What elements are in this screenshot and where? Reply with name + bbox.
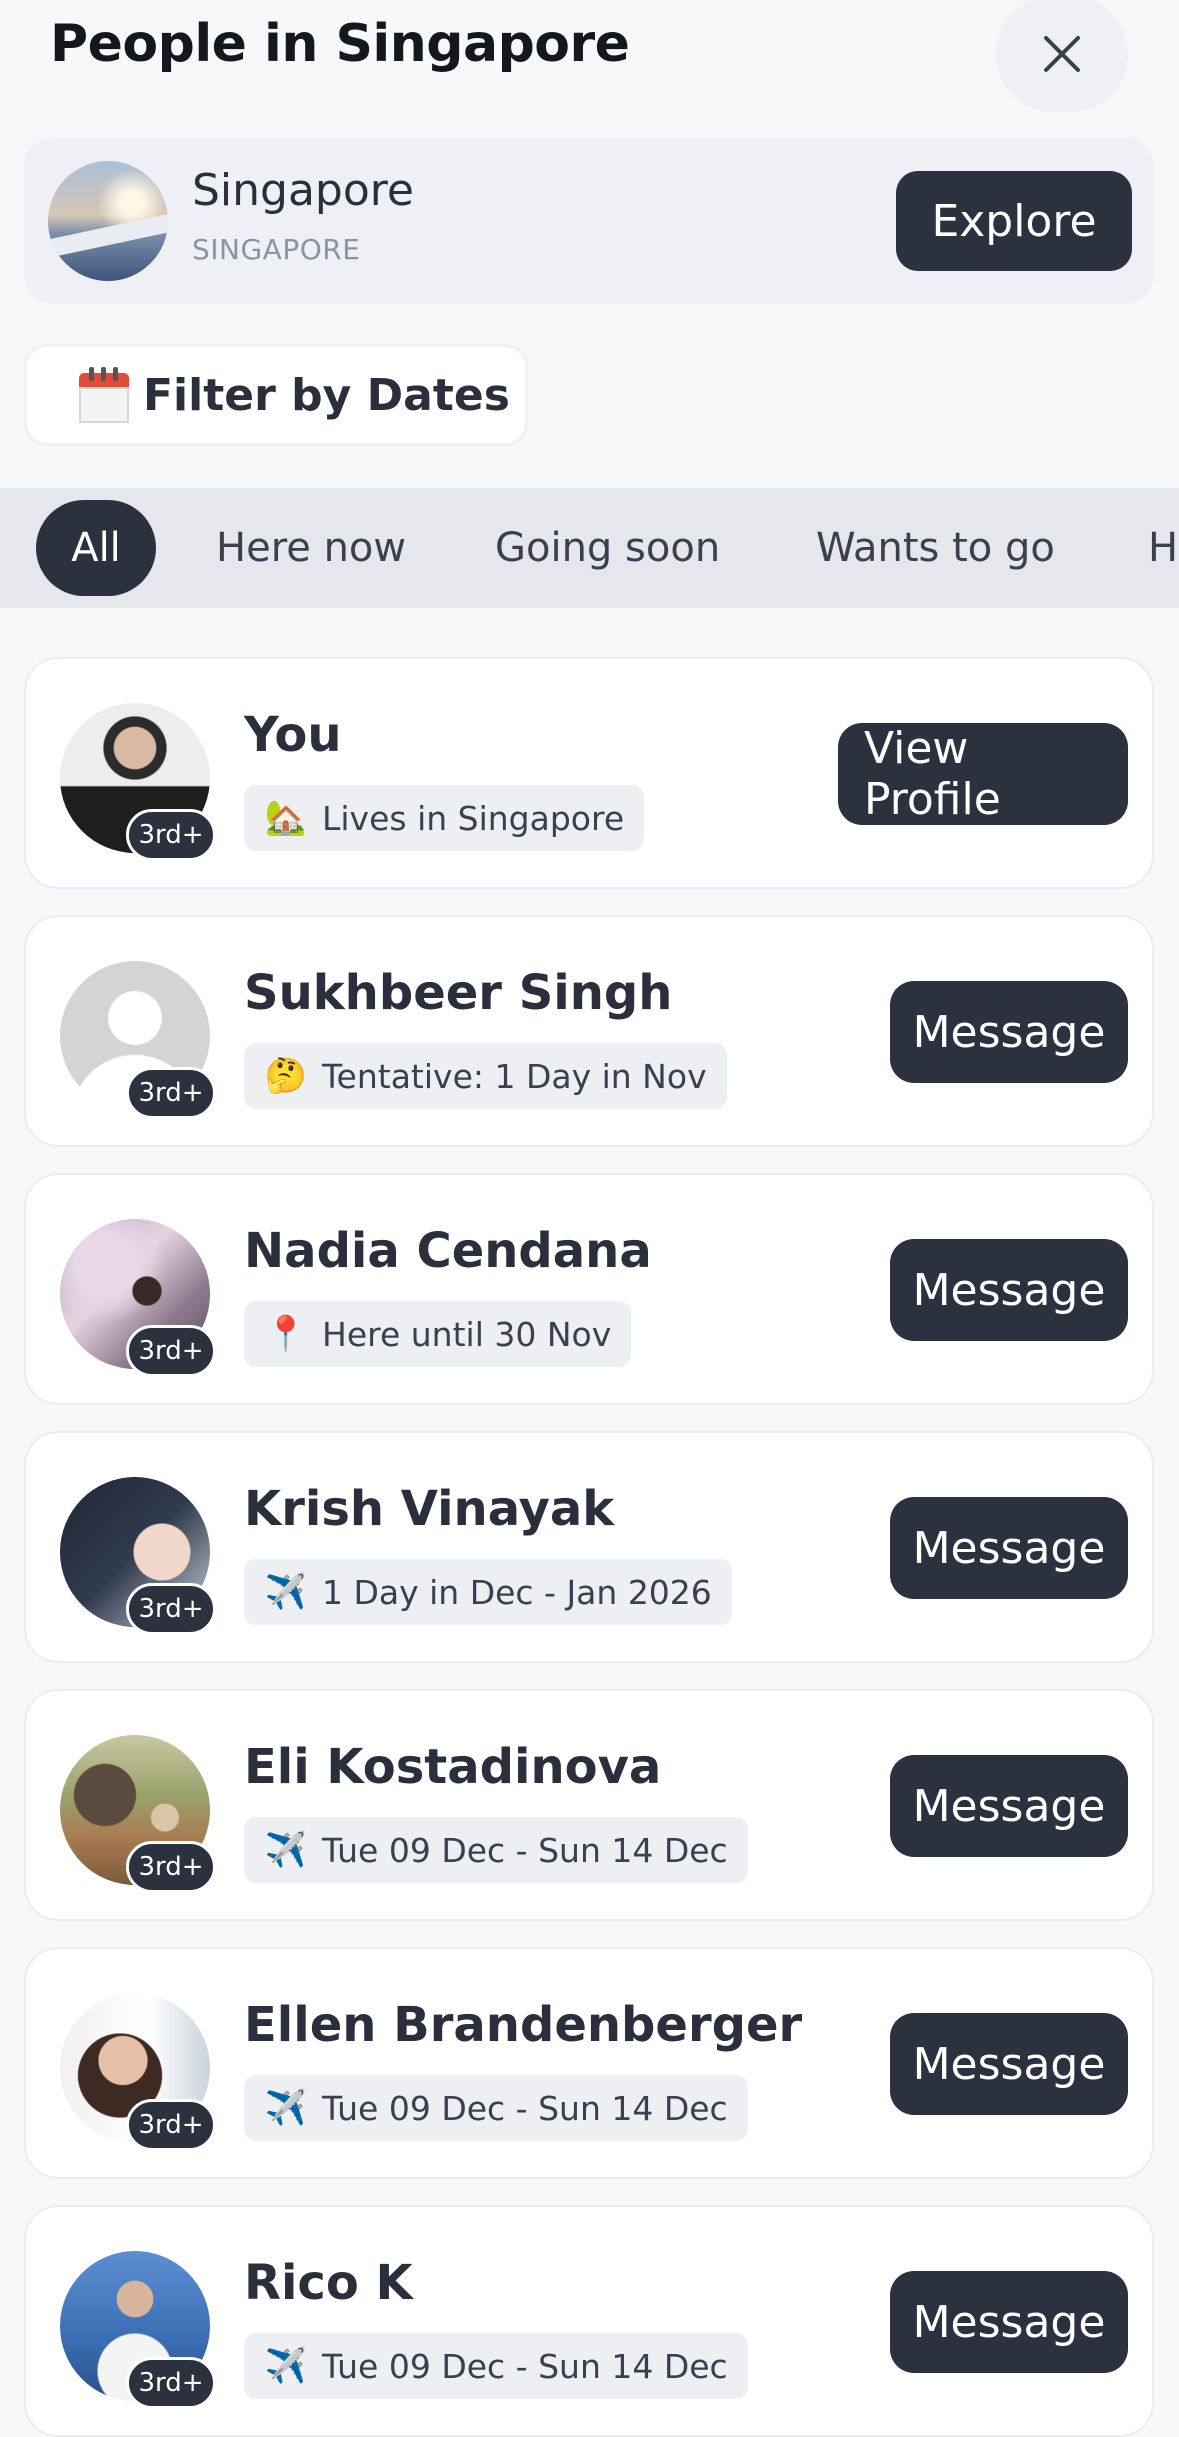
header: People in Singapore: [0, 0, 1179, 120]
tab-wants-to-go[interactable]: Wants to go: [816, 488, 1055, 608]
connection-badge: 3rd+: [126, 1325, 216, 1377]
tab-going-soon[interactable]: Going soon: [495, 488, 720, 608]
pin-icon: 📍: [264, 1314, 308, 1354]
location-image: [48, 161, 168, 281]
status-chip: ✈️ Tue 09 Dec - Sun 14 Dec: [244, 2075, 748, 2141]
status-text: Tue 09 Dec - Sun 14 Dec: [322, 2088, 728, 2128]
connection-badge: 3rd+: [126, 2357, 216, 2409]
message-button[interactable]: Message: [890, 1755, 1128, 1857]
close-button[interactable]: [996, 0, 1128, 112]
thinking-face-icon: 🤔: [264, 1056, 308, 1096]
status-chip: 🤔 Tentative: 1 Day in Nov: [244, 1043, 727, 1109]
airplane-icon: ✈️: [264, 2346, 308, 2386]
view-profile-button[interactable]: View Profile: [838, 723, 1128, 825]
status-chip: ✈️ Tue 09 Dec - Sun 14 Dec: [244, 1817, 748, 1883]
person-name: Nadia Cendana: [244, 1223, 652, 1279]
person-name: Ellen Brandenberger: [244, 1997, 803, 2053]
person-name: Eli Kostadinova: [244, 1739, 662, 1795]
message-button[interactable]: Message: [890, 2013, 1128, 2115]
explore-button[interactable]: Explore: [896, 171, 1132, 271]
connection-badge: 3rd+: [126, 1583, 216, 1635]
person-name: You: [244, 707, 342, 763]
status-chip: ✈️ 1 Day in Dec - Jan 2026: [244, 1559, 732, 1625]
house-icon: 🏡: [264, 798, 308, 838]
filter-label: Filter by Dates: [143, 369, 510, 421]
connection-badge: 3rd+: [126, 1841, 216, 1893]
airplane-icon: ✈️: [264, 1830, 308, 1870]
person-card[interactable]: 3rd+ You 🏡 Lives in Singapore View Profi…: [24, 657, 1154, 889]
location-name: Singapore: [192, 165, 414, 216]
person-card[interactable]: 3rd+ Rico K ✈️ Tue 09 Dec - Sun 14 Dec M…: [24, 2205, 1154, 2437]
person-name: Krish Vinayak: [244, 1481, 615, 1537]
status-text: Tue 09 Dec - Sun 14 Dec: [322, 2346, 728, 2386]
status-text: Tue 09 Dec - Sun 14 Dec: [322, 1830, 728, 1870]
connection-badge: 3rd+: [126, 809, 216, 861]
airplane-icon: ✈️: [264, 2088, 308, 2128]
status-text: Here until 30 Nov: [322, 1314, 612, 1354]
connection-badge: 3rd+: [126, 1067, 216, 1119]
person-card[interactable]: 3rd+ Sukhbeer Singh 🤔 Tentative: 1 Day i…: [24, 915, 1154, 1147]
close-icon: [1044, 36, 1080, 72]
tab-more[interactable]: H: [1148, 488, 1178, 608]
person-name: Rico K: [244, 2255, 413, 2311]
message-button[interactable]: Message: [890, 1497, 1128, 1599]
status-chip: ✈️ Tue 09 Dec - Sun 14 Dec: [244, 2333, 748, 2399]
calendar-icon: [79, 367, 129, 423]
person-card[interactable]: 3rd+ Ellen Brandenberger ✈️ Tue 09 Dec -…: [24, 1947, 1154, 2179]
status-text: 1 Day in Dec - Jan 2026: [322, 1572, 712, 1612]
person-card[interactable]: 3rd+ Nadia Cendana 📍 Here until 30 Nov M…: [24, 1173, 1154, 1405]
airplane-icon: ✈️: [264, 1572, 308, 1612]
message-button[interactable]: Message: [890, 981, 1128, 1083]
message-button[interactable]: Message: [890, 1239, 1128, 1341]
tabs-bar: All Here now Going soon Wants to go H: [0, 488, 1179, 608]
person-card[interactable]: 3rd+ Krish Vinayak ✈️ 1 Day in Dec - Jan…: [24, 1431, 1154, 1663]
message-button[interactable]: Message: [890, 2271, 1128, 2373]
page-title: People in Singapore: [50, 14, 630, 74]
person-card[interactable]: 3rd+ Eli Kostadinova ✈️ Tue 09 Dec - Sun…: [24, 1689, 1154, 1921]
filter-by-dates-button[interactable]: Filter by Dates: [24, 344, 528, 446]
tab-all[interactable]: All: [36, 500, 156, 596]
status-chip: 📍 Here until 30 Nov: [244, 1301, 632, 1367]
connection-badge: 3rd+: [126, 2099, 216, 2151]
location-country: SINGAPORE: [192, 233, 361, 266]
person-name: Sukhbeer Singh: [244, 965, 673, 1021]
status-text: Tentative: 1 Day in Nov: [322, 1056, 707, 1096]
tab-here-now[interactable]: Here now: [216, 488, 406, 608]
status-text: Lives in Singapore: [322, 798, 625, 838]
location-card: Singapore SINGAPORE Explore: [24, 137, 1154, 304]
status-chip: 🏡 Lives in Singapore: [244, 785, 645, 851]
